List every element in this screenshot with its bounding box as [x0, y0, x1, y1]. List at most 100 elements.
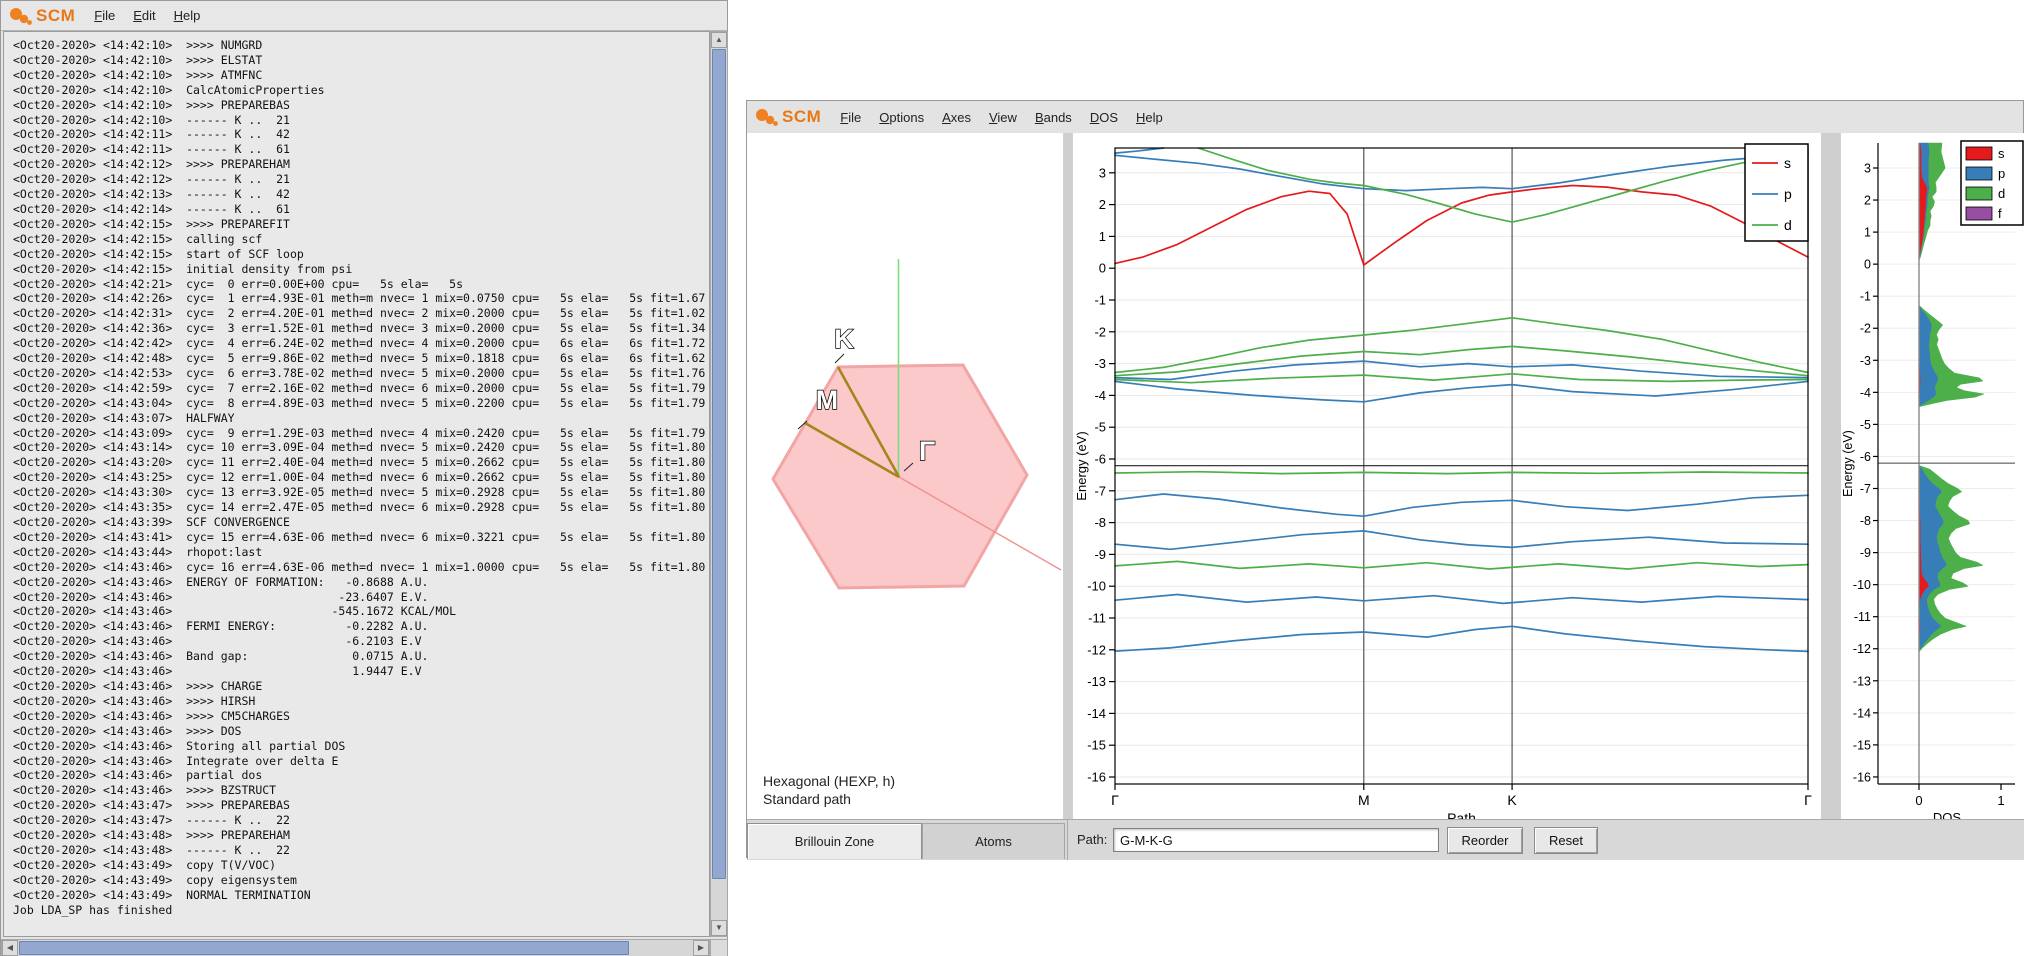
menu-help[interactable]: Help — [165, 5, 210, 26]
log-text: <Oct20-2020> <14:42:10> >>>> NUMGRD <Oct… — [4, 32, 709, 917]
tab-atoms[interactable]: Atoms — [922, 823, 1065, 859]
svg-text:-1: -1 — [1860, 290, 1871, 304]
svg-text:-5: -5 — [1094, 420, 1106, 435]
scroll-left-arrow-icon[interactable]: ◀ — [2, 940, 18, 956]
svg-text:2: 2 — [1099, 197, 1106, 212]
bz-label-k: K — [834, 324, 854, 354]
svg-text:-2: -2 — [1094, 324, 1106, 339]
svg-text:Energy (eV): Energy (eV) — [1841, 430, 1855, 497]
bz-label-m: M — [816, 385, 839, 415]
svg-text:0: 0 — [1915, 793, 1922, 808]
svg-text:-11: -11 — [1088, 611, 1106, 626]
svg-text:1: 1 — [1864, 226, 1871, 240]
menu-edit[interactable]: Edit — [124, 5, 164, 26]
brillouin-zone-pane[interactable]: K M Γ Hexagonal (HEXP, h) Standard path — [747, 133, 1063, 819]
menu-file[interactable]: File — [85, 5, 124, 26]
svg-text:-4: -4 — [1094, 388, 1106, 403]
scroll-right-arrow-icon[interactable]: ▶ — [693, 940, 709, 956]
menu-help[interactable]: Help — [1127, 107, 1172, 128]
menu-view[interactable]: View — [980, 107, 1026, 128]
svg-text:3: 3 — [1864, 161, 1871, 175]
log-vertical-scrollbar[interactable]: ▲ ▼ — [710, 31, 728, 937]
scroll-down-arrow-icon[interactable]: ▼ — [711, 920, 727, 936]
svg-text:p: p — [1784, 186, 1792, 202]
svg-text:-9: -9 — [1860, 546, 1871, 560]
bandstructure-menubar: SCM File Options Axes View Bands DOS Hel… — [747, 101, 2023, 134]
svg-text:-13: -13 — [1853, 674, 1871, 688]
bz-k-tick — [835, 354, 844, 363]
scm-logo[interactable]: SCM — [755, 107, 821, 127]
svg-text:-3: -3 — [1860, 354, 1871, 368]
svg-text:0: 0 — [1099, 261, 1106, 276]
logfile-menubar: SCM File Edit Help — [1, 1, 727, 31]
svg-text:Γ: Γ — [1804, 792, 1812, 808]
menu-bands[interactable]: Bands — [1026, 107, 1081, 128]
svg-text:2: 2 — [1864, 194, 1871, 208]
svg-text:-15: -15 — [1087, 738, 1106, 753]
svg-text:-12: -12 — [1087, 642, 1106, 657]
svg-text:1: 1 — [1099, 229, 1106, 244]
svg-text:-8: -8 — [1860, 514, 1871, 528]
log-vscrollbar-thumb[interactable] — [712, 49, 726, 879]
svg-text:f: f — [1998, 206, 2002, 221]
dos-pane[interactable]: 3210-1-2-3-4-5-6-7-8-9-10-11-12-13-14-15… — [1841, 133, 2024, 819]
log-hscrollbar-thumb[interactable] — [19, 941, 629, 955]
svg-text:d: d — [1998, 186, 2005, 201]
svg-text:M: M — [1358, 792, 1370, 808]
svg-text:DOS: DOS — [1933, 810, 1962, 819]
svg-text:-1: -1 — [1094, 293, 1106, 308]
brillouin-zone-hexagon — [773, 365, 1027, 588]
svg-text:s: s — [1998, 146, 2005, 161]
svg-text:-3: -3 — [1094, 356, 1106, 371]
bz-label-gamma: Γ — [919, 436, 935, 466]
menu-file[interactable]: File — [831, 107, 870, 128]
svg-text:-13: -13 — [1087, 674, 1106, 689]
svg-text:-16: -16 — [1853, 770, 1871, 784]
svg-text:-7: -7 — [1094, 483, 1106, 498]
svg-text:-6: -6 — [1094, 452, 1106, 467]
svg-text:3: 3 — [1099, 165, 1106, 180]
brillouin-zone-plot: K M Γ Hexagonal (HEXP, h) Standard path — [747, 133, 1063, 819]
svg-text:-4: -4 — [1860, 386, 1871, 400]
svg-text:-2: -2 — [1860, 322, 1871, 336]
menu-axes[interactable]: Axes — [933, 107, 980, 128]
scm-logo-text: SCM — [782, 107, 821, 127]
svg-text:-8: -8 — [1094, 515, 1106, 530]
scm-logo[interactable]: SCM — [9, 6, 75, 26]
scm-logo-icon — [9, 6, 33, 26]
svg-text:-10: -10 — [1853, 578, 1871, 592]
svg-text:Γ: Γ — [1111, 792, 1119, 808]
tab-brillouin-zone[interactable]: Brillouin Zone — [747, 823, 922, 859]
bandstructure-window: SCM File Options Axes View Bands DOS Hel… — [746, 100, 2024, 858]
reorder-button[interactable]: Reorder — [1447, 827, 1523, 854]
bandstructure-content: K M Γ Hexagonal (HEXP, h) Standard path … — [747, 133, 2024, 819]
reset-button[interactable]: Reset — [1534, 827, 1598, 854]
band-plot-pane[interactable]: 3210-1-2-3-4-5-6-7-8-9-10-11-12-13-14-15… — [1073, 133, 1821, 819]
bz-caption-line2: Standard path — [763, 791, 851, 807]
svg-text:1: 1 — [1997, 793, 2004, 808]
svg-text:-16: -16 — [1087, 770, 1106, 785]
log-horizontal-scrollbar[interactable]: ◀ ▶ — [1, 939, 710, 956]
band-structure-plot: 3210-1-2-3-4-5-6-7-8-9-10-11-12-13-14-15… — [1073, 133, 1821, 819]
menu-options[interactable]: Options — [870, 107, 933, 128]
svg-text:Energy (eV): Energy (eV) — [1074, 431, 1089, 500]
path-input[interactable] — [1113, 828, 1439, 852]
scm-logo-text: SCM — [36, 6, 75, 26]
bz-caption-line1: Hexagonal (HEXP, h) — [763, 773, 895, 789]
scm-logo-icon — [755, 107, 779, 127]
svg-text:Path: Path — [1447, 810, 1476, 819]
scroll-up-arrow-icon[interactable]: ▲ — [711, 32, 727, 48]
svg-text:-12: -12 — [1853, 642, 1871, 656]
scrollbar-corner — [710, 939, 728, 956]
svg-text:-15: -15 — [1853, 738, 1871, 752]
screen: SCM File Edit Help <Oct20-2020> <14:42:1… — [0, 0, 2024, 956]
logfile-window: SCM File Edit Help <Oct20-2020> <14:42:1… — [0, 0, 728, 956]
log-output-area[interactable]: <Oct20-2020> <14:42:10> >>>> NUMGRD <Oct… — [3, 31, 710, 937]
svg-text:-5: -5 — [1860, 418, 1871, 432]
menu-dos[interactable]: DOS — [1081, 107, 1127, 128]
svg-text:d: d — [1784, 217, 1792, 233]
svg-text:-6: -6 — [1860, 450, 1871, 464]
svg-text:p: p — [1998, 166, 2005, 181]
svg-text:-14: -14 — [1087, 706, 1106, 721]
path-label: Path: — [1077, 832, 1107, 847]
